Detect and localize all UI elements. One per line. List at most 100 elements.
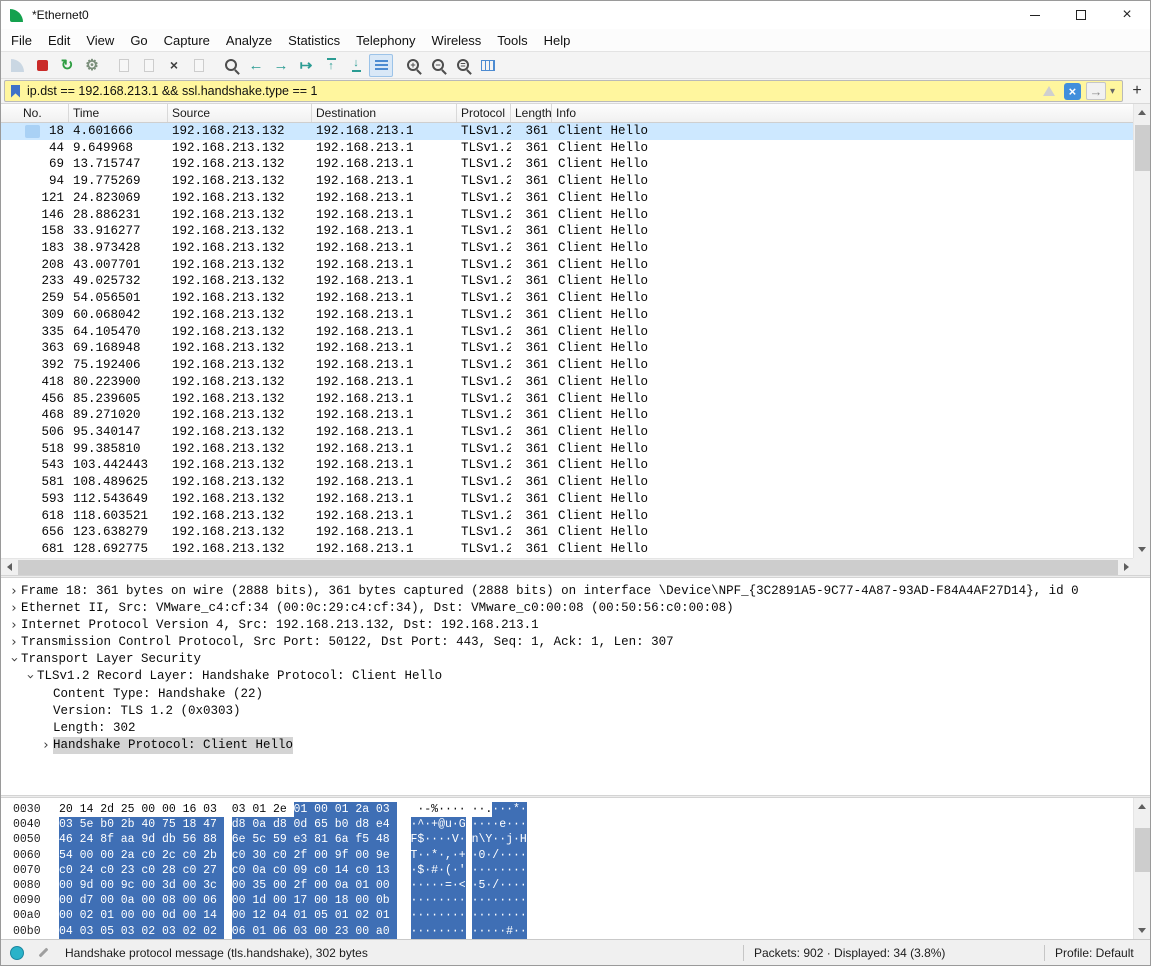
packet-row[interactable]: 36369.168948192.168.213.132192.168.213.1… [1,340,1135,357]
go-forward-button[interactable]: → [269,54,293,77]
column-header-info[interactable]: Info [552,104,1135,122]
packet-row[interactable]: 45685.239605192.168.213.132192.168.213.1… [1,391,1135,408]
column-header-protocol[interactable]: Protocol [457,104,511,122]
scroll-up-button[interactable] [1134,104,1151,121]
bytes-scroll-up-button[interactable] [1134,798,1150,815]
column-header-length[interactable]: Length [511,104,552,122]
filter-add-button[interactable]: + [1127,81,1147,101]
capture-comment-icon[interactable] [39,948,49,958]
menu-telephony[interactable]: Telephony [348,33,423,48]
bytes-vscrollbar-thumb[interactable] [1135,828,1150,872]
packet-row[interactable]: 184.601666192.168.213.132192.168.213.1TL… [1,123,1135,140]
details-line[interactable]: ›Transmission Control Protocol, Src Port… [1,634,1150,651]
go-back-button[interactable]: ← [244,54,268,77]
column-header-destination[interactable]: Destination [312,104,457,122]
packet-row[interactable]: 50695.340147192.168.213.132192.168.213.1… [1,424,1135,441]
maximize-button[interactable] [1058,1,1104,29]
scroll-left-button[interactable] [1,559,18,576]
packet-row[interactable]: 51899.385810192.168.213.132192.168.213.1… [1,441,1135,458]
filter-clear-button[interactable]: × [1064,83,1081,100]
hex-row[interactable]: 00605400002ac02cc02bc030c02f009f009eT··*… [13,848,1150,863]
menu-view[interactable]: View [78,33,122,48]
menu-tools[interactable]: Tools [489,33,535,48]
go-first-button[interactable]: ↑ [319,54,343,77]
zoom-in-button[interactable]: + [401,54,425,77]
packet-row[interactable]: 593112.543649192.168.213.132192.168.213.… [1,491,1135,508]
packet-row[interactable]: 581108.489625192.168.213.132192.168.213.… [1,474,1135,491]
hex-row[interactable]: 003020142d250000160303012e0100012a03 ·-%… [13,802,1150,817]
packet-row[interactable]: 41880.223900192.168.213.132192.168.213.1… [1,374,1135,391]
expander-icon[interactable]: › [39,737,53,754]
packet-row[interactable]: 20843.007701192.168.213.132192.168.213.1… [1,257,1135,274]
minimize-button[interactable] [1012,1,1058,29]
column-header-time[interactable]: Time [69,104,168,122]
packet-row[interactable]: 12124.823069192.168.213.132192.168.213.1… [1,190,1135,207]
details-line[interactable]: ›Ethernet II, Src: VMware_c4:cf:34 (00:0… [1,600,1150,617]
vscrollbar-thumb[interactable] [1135,125,1150,171]
status-profile[interactable]: Profile: Default [1045,946,1150,960]
display-filter-input[interactable] [27,84,1043,98]
packet-row[interactable]: 681128.692775192.168.213.132192.168.213.… [1,541,1135,558]
details-line[interactable]: Content Type: Handshake (22) [1,686,1150,703]
find-packet-button[interactable] [219,54,243,77]
packet-row[interactable]: 449.649968192.168.213.132192.168.213.1TL… [1,140,1135,157]
bytes-scroll-down-button[interactable] [1134,922,1150,939]
filter-dropdown-icon[interactable]: ▾ [1110,86,1115,97]
details-line[interactable]: ›Internet Protocol Version 4, Src: 192.1… [1,617,1150,634]
zoom-out-button[interactable]: − [426,54,450,77]
expander-icon[interactable]: › [7,600,21,617]
close-file-button[interactable]: × [162,54,186,77]
auto-scroll-button[interactable] [369,54,393,77]
hex-row[interactable]: 00b0040305030203020206010603002300a0····… [13,924,1150,939]
menu-file[interactable]: File [3,33,40,48]
stop-capture-button[interactable] [30,54,54,77]
expander-icon[interactable]: › [7,617,21,634]
details-line[interactable]: ›Handshake Protocol: Client Hello [1,737,1150,754]
menu-capture[interactable]: Capture [156,33,218,48]
expander-icon[interactable]: › [7,583,21,600]
packet-row[interactable]: 543103.442443192.168.213.132192.168.213.… [1,457,1135,474]
packet-row[interactable]: 18338.973428192.168.213.132192.168.213.1… [1,240,1135,257]
start-capture-button[interactable] [5,54,29,77]
hscrollbar-thumb[interactable] [18,560,1118,575]
expander-icon[interactable]: › [5,653,22,667]
menu-statistics[interactable]: Statistics [280,33,348,48]
save-file-button[interactable] [137,54,161,77]
hex-row[interactable]: 0080009d009c003d003c0035002f000a0100····… [13,878,1150,893]
hex-row[interactable]: 0070c024c023c028c027c00ac009c014c013·$·#… [13,863,1150,878]
expander-icon[interactable]: › [21,670,38,684]
packet-row[interactable]: 46889.271020192.168.213.132192.168.213.1… [1,407,1135,424]
column-header-source[interactable]: Source [168,104,312,122]
packet-row[interactable]: 30960.068042192.168.213.132192.168.213.1… [1,307,1135,324]
menu-wireless[interactable]: Wireless [423,33,489,48]
hex-row[interactable]: 009000d7000a00080006001d00170018000b····… [13,893,1150,908]
hex-row[interactable]: 00a000020100000d00140012040105010201····… [13,908,1150,923]
menu-analyze[interactable]: Analyze [218,33,280,48]
menu-go[interactable]: Go [122,33,155,48]
packet-row[interactable]: 9419.775269192.168.213.132192.168.213.1T… [1,173,1135,190]
zoom-reset-button[interactable]: = [451,54,475,77]
column-header-no[interactable]: No. [1,104,69,122]
go-last-button[interactable]: ↓ [344,54,368,77]
details-line[interactable]: Version: TLS 1.2 (0x0303) [1,703,1150,720]
packet-row[interactable]: 25954.056501192.168.213.132192.168.213.1… [1,290,1135,307]
capture-options-button[interactable]: ⚙ [80,54,104,77]
details-line[interactable]: ›TLSv1.2 Record Layer: Handshake Protoco… [1,668,1150,685]
expert-info-icon[interactable] [10,946,24,960]
menu-help[interactable]: Help [536,33,579,48]
hex-row[interactable]: 0040035eb02b40751847d80ad80d65b0d8e4·^·+… [13,817,1150,832]
go-to-packet-button[interactable]: ↦ [294,54,318,77]
packet-row[interactable]: 15833.916277192.168.213.132192.168.213.1… [1,223,1135,240]
menu-edit[interactable]: Edit [40,33,78,48]
packet-row[interactable]: 33564.105470192.168.213.132192.168.213.1… [1,324,1135,341]
filter-apply-button[interactable]: → [1086,82,1106,100]
packet-row[interactable]: 656123.638279192.168.213.132192.168.213.… [1,524,1135,541]
hex-row[interactable]: 005046248faa9ddb56886e5c59e3816af548F$··… [13,832,1150,847]
details-line[interactable]: ›Transport Layer Security [1,651,1150,668]
details-line[interactable]: Length: 302 [1,720,1150,737]
packet-row[interactable]: 618118.603521192.168.213.132192.168.213.… [1,508,1135,525]
expander-icon[interactable]: › [7,634,21,651]
restart-capture-button[interactable]: ↻ [55,54,79,77]
packet-row[interactable]: 14628.886231192.168.213.132192.168.213.1… [1,207,1135,224]
reload-file-button[interactable] [187,54,211,77]
